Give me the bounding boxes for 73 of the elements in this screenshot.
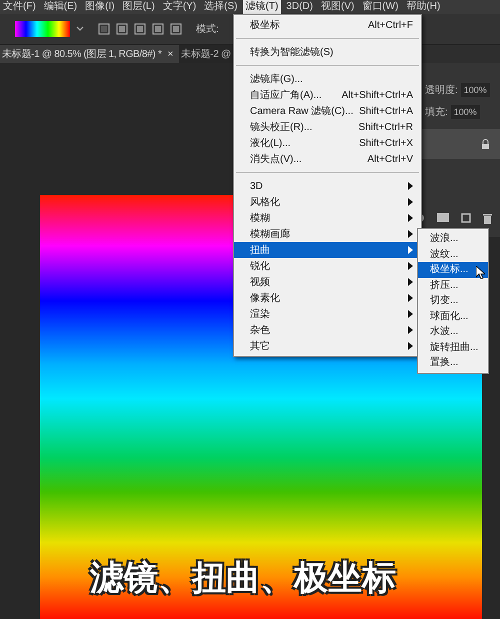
close-icon[interactable]: ×: [168, 48, 174, 60]
menu-item[interactable]: 渲染: [234, 306, 421, 322]
caption-text: 滤镜、扭曲、极坐标: [90, 558, 396, 599]
shortcut-text: Alt+Ctrl+F: [368, 20, 413, 30]
menu-item-label: 杂色: [250, 324, 270, 337]
menu-item-label: 极坐标: [250, 18, 280, 32]
menu-bar-item[interactable]: 图像(I): [82, 0, 118, 14]
submenu-item[interactable]: 置换...: [418, 355, 488, 370]
menu-bar-item[interactable]: 图层(L): [120, 0, 158, 14]
menu-item-label: 模糊: [250, 212, 270, 225]
menu-item[interactable]: 杂色: [234, 322, 421, 338]
menu-item-label: 扭曲: [250, 244, 270, 257]
menu-item-label: 像素化: [250, 292, 280, 305]
shortcut-text: Alt+Ctrl+V: [367, 154, 413, 164]
menu-item[interactable]: 滤镜库(G)...: [234, 71, 421, 87]
submenu-item[interactable]: 球面化...: [418, 308, 488, 324]
menu-item[interactable]: 消失点(V)... Alt+Ctrl+V: [234, 151, 421, 167]
menu-item[interactable]: 视频: [234, 274, 421, 290]
menu-item[interactable]: 风格化: [234, 194, 421, 210]
menu-item[interactable]: 镜头校正(R)... Shift+Ctrl+R: [234, 119, 421, 135]
menu-item[interactable]: 像素化: [234, 290, 421, 306]
menu-item[interactable]: 其它: [234, 338, 421, 354]
menu-item-label: 自适应广角(A)...: [250, 88, 322, 102]
fill-label: 填充:: [425, 106, 448, 119]
menu-bar-item[interactable]: 窗口(W): [359, 0, 402, 14]
menu-item-label: 模糊画廊: [250, 228, 290, 241]
opacity-field[interactable]: 100%: [460, 83, 490, 97]
menu-bar-item[interactable]: 视图(V): [318, 0, 358, 14]
menu-bar-item[interactable]: 选择(S): [201, 0, 240, 14]
menu-item-label: 液化(L)...: [250, 136, 291, 150]
submenu-item[interactable]: 波纹...: [418, 246, 488, 262]
menu-item-label: 锐化: [250, 260, 270, 273]
submenu-item[interactable]: 挤压...: [418, 278, 488, 293]
shortcut-text: Shift+Ctrl+R: [358, 122, 413, 132]
menu-item[interactable]: Camera Raw 滤镜(C)... Shift+Ctrl+A: [234, 103, 421, 119]
document-tab[interactable]: 未标题-1 @ 80.5% (图层 1, RGB/8#) * ×: [0, 45, 180, 63]
menu-item[interactable]: 锐化: [234, 258, 421, 274]
fill-field[interactable]: 100%: [450, 105, 480, 119]
menu-bar-item[interactable]: 文件(F): [0, 0, 39, 14]
menu-item-label: Camera Raw 滤镜(C)...: [250, 104, 354, 118]
menu-bar-item[interactable]: 3D(D): [283, 0, 316, 14]
submenu-item[interactable]: 极坐标...: [418, 262, 488, 278]
menu-item-label: 其它: [250, 340, 270, 353]
menu-item-label: 镜头校正(R)...: [250, 120, 312, 134]
menu-item[interactable]: 3D: [234, 178, 421, 194]
submenu-item[interactable]: 水波...: [418, 324, 488, 340]
tab-title: 未标题-1 @ 80.5% (图层 1, RGB/8#) *: [2, 48, 162, 61]
mode-label: 模式:: [196, 22, 219, 36]
menu-item[interactable]: 模糊画廊: [234, 226, 421, 242]
submenu-item[interactable]: 旋转扭曲...: [418, 340, 488, 355]
menu-item-label: 滤镜库(G)...: [250, 72, 303, 86]
submenu-item[interactable]: 波浪...: [418, 231, 488, 246]
menu-bar-item[interactable]: 帮助(H): [403, 0, 444, 14]
menu-item-label: 3D: [250, 180, 263, 192]
tab-title: 未标题-2 @: [181, 48, 231, 61]
menu-item-label: 渲染: [250, 308, 270, 321]
menu-item[interactable]: 转换为智能滤镜(S): [234, 44, 421, 60]
menu-item[interactable]: 极坐标 Alt+Ctrl+F: [234, 17, 421, 33]
menu-item[interactable]: 模糊: [234, 210, 421, 226]
menu-item-label: 消失点(V)...: [250, 152, 302, 166]
opacity-label: 透明度:: [425, 84, 458, 97]
menu-item[interactable]: 自适应广角(A)... Alt+Shift+Ctrl+A: [234, 87, 421, 103]
menu-item-label: 转换为智能滤镜(S): [250, 46, 334, 59]
menu-bar-item[interactable]: 编辑(E): [40, 0, 80, 14]
shortcut-text: Alt+Shift+Ctrl+A: [342, 90, 413, 100]
shortcut-text: Shift+Ctrl+A: [359, 106, 413, 116]
submenu-item[interactable]: 切变...: [418, 293, 488, 308]
menu-item-label: 视频: [250, 276, 270, 289]
menu-bar-item[interactable]: 文字(Y): [160, 0, 200, 14]
menu-item-label: 风格化: [250, 196, 280, 209]
menu-item[interactable]: 液化(L)... Shift+Ctrl+X: [234, 135, 421, 151]
menu-bar-item[interactable]: 滤镜(T): [242, 0, 282, 14]
shortcut-text: Shift+Ctrl+X: [359, 138, 413, 148]
